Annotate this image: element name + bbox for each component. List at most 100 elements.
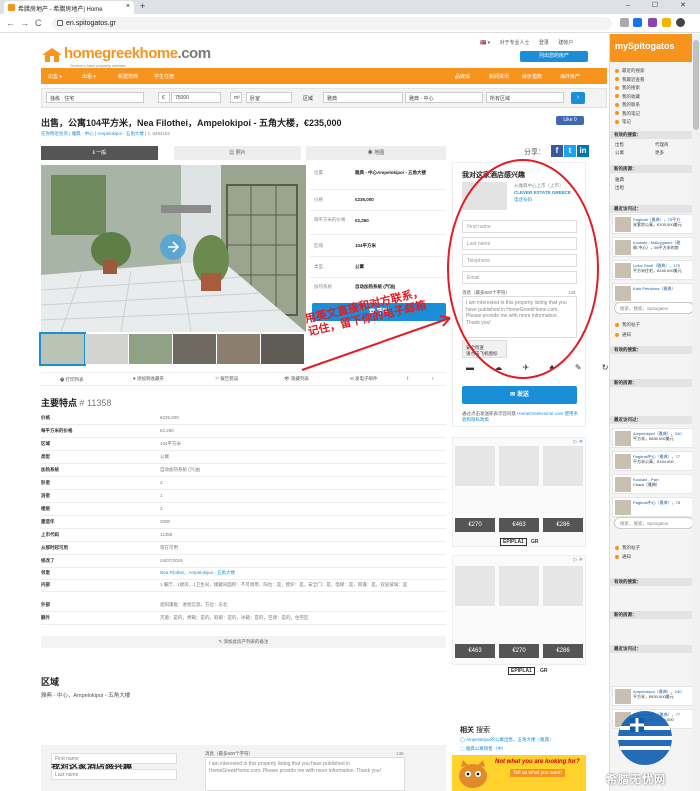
bottom-message-textarea[interactable]: I am interested in this property listing… <box>205 757 405 791</box>
page-scrollbar[interactable] <box>692 34 700 791</box>
tab-close-icon[interactable]: × <box>126 3 130 10</box>
sidebar-my-posts[interactable]: 我的帖子 <box>615 322 640 328</box>
thumbnail-4[interactable] <box>173 334 216 364</box>
back-icon[interactable]: ← <box>6 18 15 28</box>
sidebar-tag-agents[interactable]: 代理商 <box>655 142 669 148</box>
sidebar-menu-item[interactable]: 最近的搜索 <box>615 68 645 74</box>
register-link[interactable]: 建帐户 <box>558 40 573 46</box>
sidebar-menu-item[interactable]: 我的搜索 <box>615 85 640 91</box>
sidebar-search-input[interactable]: 搜索，搜索，Spitogatos <box>614 302 694 314</box>
related-link-2[interactable]: ◯ 雅典公寓销售（中） <box>460 746 506 752</box>
bottom-first-name-input[interactable]: First name <box>51 753 177 764</box>
furniture-ad-2[interactable]: ▷ ✕ €463 €270 €286 <box>452 555 586 665</box>
send-button[interactable]: ✉ 发送 <box>462 386 577 404</box>
favorite-button[interactable]: ♥ 添加到收藏夹 <box>133 376 164 382</box>
sidebar-property-card[interactable]: Koukaki - Psiri Chara（雅典） <box>612 474 696 494</box>
subarea-select[interactable]: 所有区域 <box>486 92 564 103</box>
sidebar-property-card[interactable]: Pagkrati中心（雅典），77平方米公寓，€154,000 <box>612 451 696 471</box>
language-selector[interactable]: 🇬🇧 ▾ <box>480 40 490 46</box>
nav-rent[interactable]: 出租 ▾ <box>82 73 96 80</box>
nav-extra-4[interactable]: 海外房产 <box>560 73 580 80</box>
sidebar-tag-apartment[interactable]: 公寓 <box>615 150 624 156</box>
sidebar-property-card[interactable]: Pagkrati中心（雅典），78 <box>612 497 696 517</box>
report-error-button[interactable]: ⚐ 报告错误 <box>215 376 238 382</box>
window-controls[interactable]: – ☐ ✕ <box>626 1 696 9</box>
thumbnail-3[interactable] <box>129 334 172 364</box>
extension-icon[interactable] <box>620 18 629 27</box>
nav-student[interactable]: 学生住宿 <box>154 73 174 80</box>
furniture-ad-1[interactable]: ▷ ✕ €270 €463 €286 <box>452 437 586 547</box>
bottom-last-name-input[interactable]: Last name <box>51 769 177 780</box>
ad-brand[interactable]: EPIPLA1 <box>500 538 527 546</box>
related-link-1[interactable]: ◯ Ampelokipoi的公寓出售，五角大楼（雅典） <box>460 737 554 743</box>
new-tab-button[interactable]: + <box>140 1 145 11</box>
price-input[interactable]: 75000 <box>171 92 221 103</box>
sidebar-property-card[interactable]: Pagkrati（雅典），75平方 米套房公寓，€105,000美元 <box>612 214 696 234</box>
search-submit-button[interactable]: › <box>571 92 585 104</box>
login-link[interactable]: 登录 <box>539 40 549 46</box>
facebook-like-button[interactable]: Like 0 <box>556 116 584 125</box>
star-icon[interactable] <box>633 18 642 27</box>
extension-icon-3[interactable] <box>662 18 671 27</box>
breadcrumb-item-1[interactable]: 在你附近投资 <box>41 131 68 136</box>
thumbnail-1[interactable] <box>39 332 86 366</box>
thumbnail-6[interactable] <box>261 334 304 364</box>
sidebar-menu-item[interactable]: 我的笔记 <box>615 111 640 117</box>
footer-ad-cta[interactable]: Tell us what you want! <box>510 769 565 777</box>
sidebar-notifications-2[interactable]: 通知 <box>615 554 631 560</box>
nav-extra-3[interactable]: 房价指数 <box>522 73 542 80</box>
sidebar-menu-item[interactable]: 我的联系 <box>615 102 640 108</box>
linkedin-share-icon[interactable]: in <box>577 145 589 157</box>
breadcrumb-item-2[interactable]: 雅典 - 中心 <box>72 131 94 136</box>
scrollbar-thumb[interactable] <box>693 40 699 130</box>
nav-new-builders[interactable]: 新建筑商 <box>118 73 138 80</box>
twitter-share-icon[interactable]: t <box>564 145 576 157</box>
feature-value: 自动加热系统 (汽油) <box>160 467 201 472</box>
nav-sale[interactable]: 出售 ▾ <box>48 73 62 80</box>
profile-avatar[interactable] <box>676 18 685 27</box>
bedrooms-select[interactable]: 卧室 <box>246 92 292 103</box>
thumbnail-5[interactable] <box>217 334 260 364</box>
sidebar-search-input-2[interactable]: 搜索，搜索，Spitogatos <box>614 517 694 529</box>
nav-extra-1[interactable]: 品牌库 <box>455 73 470 80</box>
print-listing-button[interactable]: 🖶 打印列表 <box>60 376 84 384</box>
sidebar-property-card[interactable]: Lofos Strefi（雅典），175 平方米住宅，€245,000美元 <box>612 260 696 280</box>
site-logo[interactable]: homegreekhome.com <box>64 45 211 62</box>
facebook-share-icon[interactable]: f <box>551 145 563 157</box>
sidebar-menu-item[interactable]: 我的收藏 <box>615 94 640 100</box>
thumbnail-2[interactable] <box>85 334 128 364</box>
extension-icon-2[interactable] <box>648 18 657 27</box>
ad-brand-2[interactable]: EPIPLA1 <box>508 667 535 675</box>
sidebar-tag-rent[interactable]: 出租 <box>615 185 624 191</box>
sidebar-property-card[interactable]: Ampelokipoi（雅典），240 平方米，€830,000美元 <box>612 428 696 448</box>
main-photo[interactable] <box>41 165 306 332</box>
sidebar-my-posts-2[interactable]: 我的帖子 <box>615 545 640 551</box>
url-bar[interactable]: en.spitogatos.gr <box>52 17 612 30</box>
sidebar-property-card[interactable]: Kato Petralona（雅典） <box>612 283 696 303</box>
breadcrumb-item-3[interactable]: Ampelokipoi - 五角大楼 <box>97 131 144 136</box>
property-type-select[interactable]: 独栋 : 住宅 <box>46 92 144 103</box>
region-select[interactable]: 雅典 - 中心 <box>405 92 483 103</box>
feature-value[interactable]: Nea Filothei，Ampelokipoi - 五角大楼 <box>160 570 445 576</box>
tab-photos[interactable]: ▦ 照片 <box>174 146 301 160</box>
post-property-button[interactable]: 列出您的房产 <box>520 51 588 62</box>
reload-icon[interactable]: C <box>35 18 42 28</box>
tab-general[interactable]: ℹ 一般 <box>41 146 158 160</box>
sidebar-property-card[interactable]: Koukaki - Makrygianni（雅 典-中心），69平方米的房 <box>612 237 696 257</box>
property-card-text: Pagkrati中心（雅典），78 <box>633 500 696 505</box>
sidebar-tag-athens[interactable]: 雅典 <box>615 177 624 183</box>
forward-icon[interactable]: → <box>20 18 29 28</box>
ad-choice-icon[interactable]: ▷ ✕ <box>574 557 583 563</box>
ad-choice-icon[interactable]: ▷ ✕ <box>574 439 583 445</box>
add-note-button[interactable]: ✎ 添加此房产列表的备注 <box>41 636 446 648</box>
sidebar-tag-sale[interactable]: 出售 <box>615 142 624 148</box>
sidebar-menu-item[interactable]: 笔记 <box>615 119 631 125</box>
sidebar-menu-item[interactable]: 我最近查看 <box>615 77 645 83</box>
sidebar-tag-more[interactable]: 更多 <box>655 150 664 156</box>
sidebar-notifications[interactable]: 通知 <box>615 332 631 338</box>
browser-tab[interactable]: 希腊房地产 - 希腊房地产| Home × <box>4 1 134 14</box>
area-select[interactable]: 雅典 <box>323 92 403 103</box>
tab-map[interactable]: ◉ 地图 <box>306 146 446 160</box>
nav-extra-2[interactable]: 新闻资讯 <box>489 73 509 80</box>
pro-link[interactable]: 对于专业人士 <box>500 40 530 46</box>
